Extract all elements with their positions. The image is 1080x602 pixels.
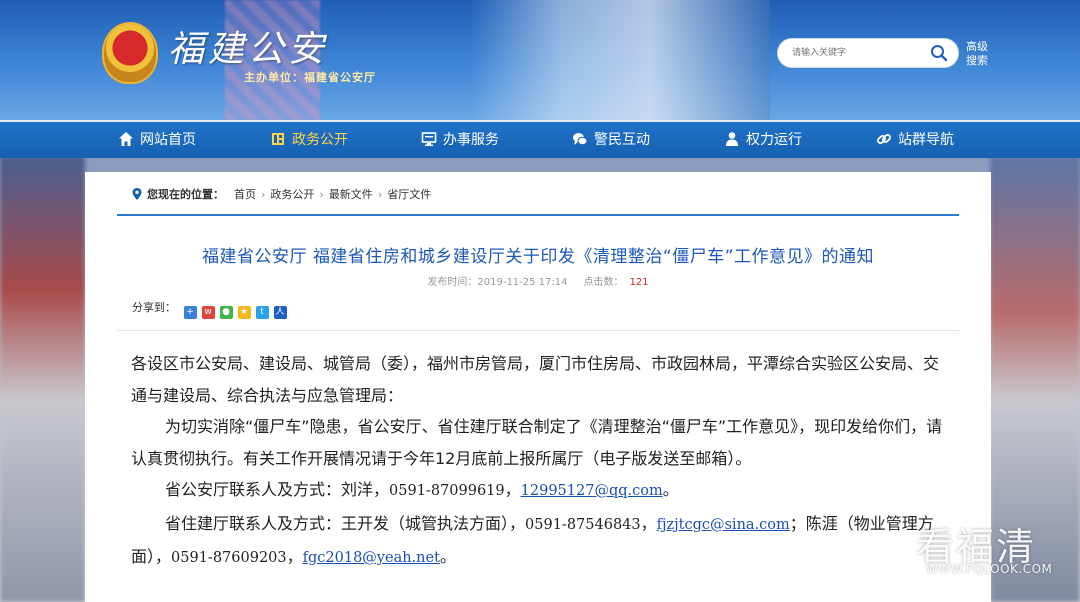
addressee-paragraph: 各设区市公安局、建设局、城管局（委），福州市房管局，厦门市住房局、市政园林局，平… [131,354,940,405]
email-link[interactable]: fjzjtcgc@sina.com [657,517,790,533]
police-emblem-icon [102,22,158,84]
breadcrumb: 您现在的位置： 首页 › 政务公开 › 最新文件 › 省厅文件 [132,186,431,202]
phone-number: 0591-87609203 [171,550,287,566]
nav-item-site-nav[interactable]: 站群导航 [876,122,954,158]
article-body: 各设区市公安局、建设局、城管局（委），福州市房管局，厦门市住房局、市政园林局，平… [131,348,951,575]
nav-item-interaction[interactable]: 警民互动 [572,122,650,158]
share-label: 分享到： [132,301,176,314]
nav-item-label: 办事服务 [443,132,499,148]
nav-item-label: 站群导航 [898,132,954,148]
chevron-right-icon: › [261,188,266,201]
site-logo-title[interactable]: 福建公安 [168,20,328,72]
contact-paragraph-housing: 省住建厅联系人及方式：王开发（城管执法方面），0591-87546843，fjz… [131,513,934,567]
monitor-icon [421,132,437,146]
article-meta: 发布时间：2019-11-25 17:14 点击数： 121 [85,273,991,288]
link-icon [877,134,891,144]
search-icon[interactable] [930,44,948,62]
site-header: 福建公安 主办单位：福建省公安厅 高级搜索 [0,0,1080,120]
qzone-icon[interactable]: ★ [237,306,251,319]
nav-item-label: 警民互动 [594,132,650,148]
chevron-right-icon: › [377,188,383,201]
share-more-icon[interactable]: + [183,306,197,319]
phone-number: 0591-87546843 [525,516,641,533]
breadcrumb-label: 您现在的位置： [147,188,224,201]
share-bar: 分享到： + w ● ★ t 人 [132,299,292,319]
main-nav: 网站首页 政务公开 办事服务 警民互动 权力运行 站群导航 [0,120,1080,158]
views-count: 121 [629,277,649,288]
person-icon [726,132,738,146]
host-unit-text: 主办单位：福建省公安厅 [244,71,376,84]
watermark-url: WWW.FQLOOK.COM [926,562,1053,576]
breadcrumb-home[interactable]: 首页 [234,188,256,201]
breadcrumb-latest-files[interactable]: 最新文件 [329,188,373,201]
publish-time-label: 发布时间： [427,277,478,288]
content-divider [117,330,959,331]
search-box [777,38,959,68]
nav-item-label: 政务公开 [292,132,348,148]
weibo-icon[interactable]: w [201,306,215,319]
renren-icon[interactable]: 人 [273,306,287,319]
nav-item-label: 权力运行 [746,132,802,148]
nav-item-power[interactable]: 权力运行 [724,122,802,158]
nav-item-label: 网站首页 [140,132,196,148]
tencent-weibo-icon[interactable]: t [255,306,269,319]
publish-time: 2019-11-25 17:14 [477,277,568,288]
nav-item-home[interactable]: 网站首页 [118,122,196,158]
wechat-icon[interactable]: ● [219,306,233,319]
breadcrumb-divider [117,214,959,216]
nav-item-services[interactable]: 办事服务 [421,122,499,158]
search-input[interactable] [792,45,922,61]
location-pin-icon [132,188,142,200]
phone-number: 0591-87099619 [389,483,505,499]
views-label: 点击数： [583,277,624,288]
chevron-right-icon: › [319,188,324,201]
chat-icon [573,133,588,146]
document-icon [272,133,284,145]
home-icon [119,132,133,146]
header-banner-photo [470,0,770,120]
article-title: 福建省公安厅 福建省住房和城乡建设厅关于印发《清理整治“僵尸车”工作意见》的通知 [201,247,875,267]
notice-paragraph: 为切实消除“僵尸车”隐患，省公安厅、省住建厅联合制定了《清理整治“僵尸车”工作意… [131,417,943,468]
breadcrumb-province-files[interactable]: 省厅文件 [387,188,431,201]
content-panel: 您现在的位置： 首页 › 政务公开 › 最新文件 › 省厅文件 福建省公安厅 福建省住房和城乡… [85,172,991,602]
contact-paragraph-police: 省公安厅联系人及方式：刘洋，0591-87099619，12995127@qq.… [165,480,679,499]
email-link[interactable]: 12995127@qq.com [521,483,663,499]
nav-item-gov-affairs[interactable]: 政务公开 [270,122,348,158]
background-blur-left [0,156,85,602]
advanced-search-link[interactable]: 高级搜索 [966,40,994,68]
breadcrumb-gov-affairs[interactable]: 政务公开 [270,188,314,201]
email-link[interactable]: fgc2018@yeah.net [303,550,440,566]
